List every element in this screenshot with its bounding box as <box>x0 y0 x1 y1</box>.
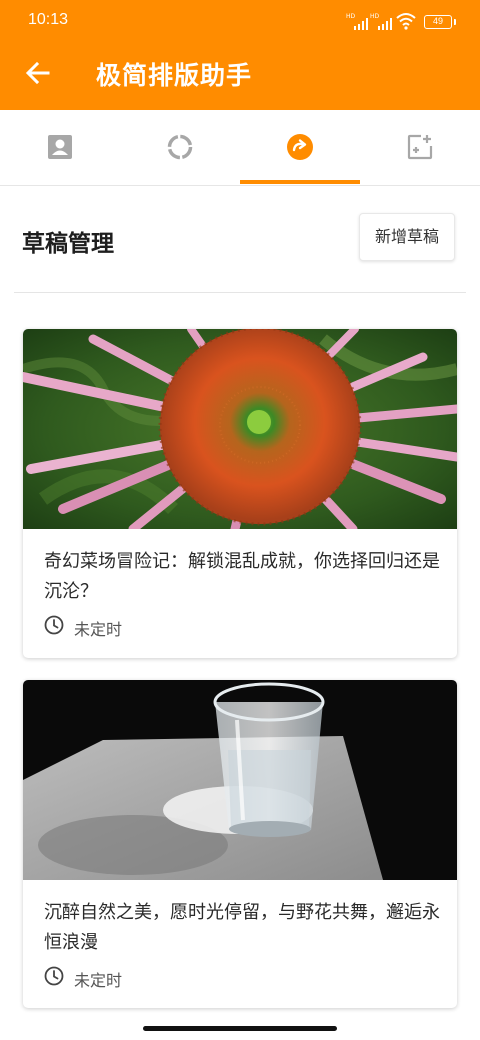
tab-contact[interactable] <box>0 110 120 185</box>
tab-add[interactable] <box>360 110 480 185</box>
draft-card[interactable]: 奇幻菜场冒险记：解锁混乱成就，你选择回归还是沉沦？ 未定时 <box>23 329 457 658</box>
draft-title: 奇幻菜场冒险记：解锁混乱成就，你选择回归还是沉沦？ <box>44 551 440 602</box>
wifi-icon <box>396 13 416 30</box>
draft-card-2[interactable]: 沉醉自然之美，愿时光停留，与野花共舞，邂逅永恒浪漫 未定时 <box>23 680 457 1008</box>
add-photo-icon <box>407 134 433 160</box>
section-title: 草稿管理 <box>22 231 114 257</box>
progress-ring-icon <box>167 134 193 160</box>
water-glass-photo <box>23 680 457 880</box>
tab-progress[interactable] <box>120 110 240 185</box>
redo-circle-icon <box>287 134 313 160</box>
battery-level: 49 <box>432 16 443 26</box>
arrow-left-icon[interactable] <box>20 55 56 91</box>
tab-drafts[interactable] <box>240 110 360 185</box>
home-indicator[interactable] <box>143 1026 337 1031</box>
tab-indicator <box>240 180 360 184</box>
battery-tip <box>454 19 456 25</box>
divider <box>14 292 466 293</box>
coneflower-photo <box>23 329 457 529</box>
contact-card-icon <box>48 135 72 159</box>
draft-title-2: 沉醉自然之美，愿时光停留，与野花共舞，邂逅永恒浪漫 <box>44 902 440 953</box>
schedule-status-text: 未定时 <box>74 620 123 639</box>
clock-icon <box>44 615 64 635</box>
tab-bar <box>0 110 480 186</box>
status-bar: 10:13 HD HD 49 <box>0 0 480 40</box>
schedule-status-text-2: 未定时 <box>74 971 123 990</box>
status-time: 10:13 <box>28 11 69 28</box>
main-content: 草稿管理 新增草稿 奇幻菜场冒险记：解锁混乱成就，你选择回归还是沉沦？ 未定时 … <box>0 186 480 1040</box>
app-bar: 10:13 HD HD 49 极简排版助手 <box>0 0 480 110</box>
clock-icon <box>44 966 64 986</box>
page-title: 极简排版助手 <box>96 61 253 90</box>
cellular-signal-icon: HD <box>346 14 368 30</box>
battery-icon: 49 <box>424 15 452 29</box>
new-draft-button[interactable]: 新增草稿 <box>359 213 455 261</box>
cellular-signal-icon-2: HD <box>370 14 392 30</box>
